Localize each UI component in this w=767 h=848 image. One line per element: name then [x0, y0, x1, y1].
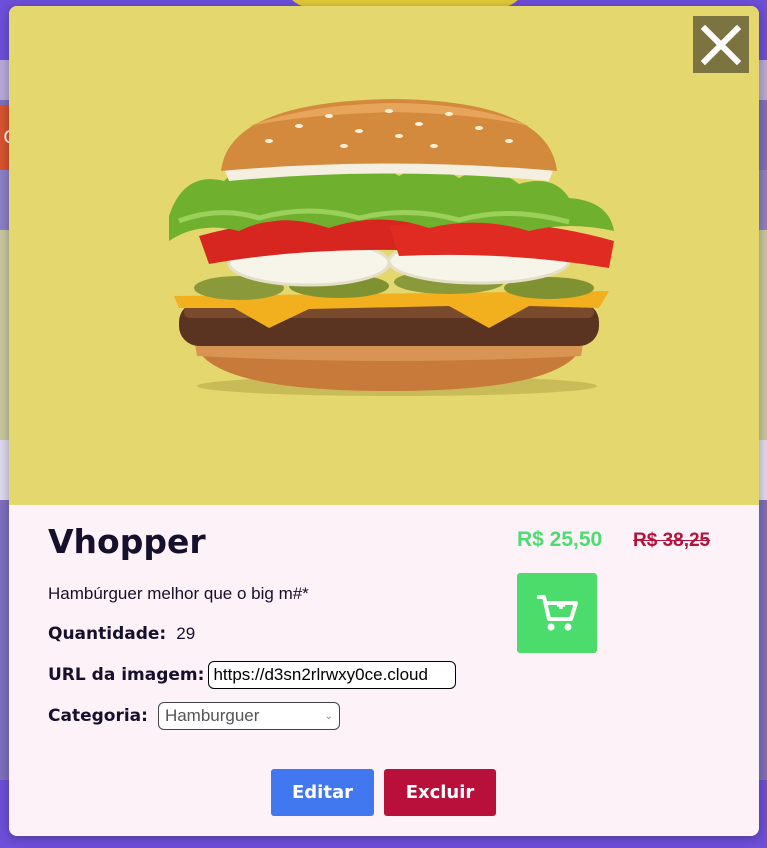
product-name: Vhopper — [48, 522, 206, 561]
chevron-down-icon: ⌄ — [324, 710, 333, 722]
quantity-value: 29 — [176, 624, 196, 643]
edit-button[interactable]: Editar — [271, 769, 374, 816]
cart-add-icon — [537, 595, 578, 631]
category-label: Categoria: — [48, 706, 148, 726]
product-image — [9, 6, 759, 505]
burger-image — [169, 99, 614, 396]
image-url-input[interactable] — [208, 661, 457, 689]
delete-button[interactable]: Excluir — [384, 769, 496, 816]
close-icon — [701, 24, 741, 65]
category-select[interactable]: Hamburguer ⌄ — [157, 702, 340, 730]
url-row: URL da imagem: — [48, 661, 457, 689]
product-old-price: R$ 38,25 — [633, 530, 711, 551]
product-description: Hambúrguer melhor que o big m#* — [48, 584, 309, 603]
add-to-cart-button[interactable] — [517, 573, 597, 653]
category-selected-value: Hamburguer — [164, 706, 260, 725]
product-modal: Vhopper R$ 25,50 R$ 38,25 Hambúrguer mel… — [9, 6, 759, 836]
close-button[interactable] — [693, 16, 749, 73]
product-price: R$ 25,50 — [517, 528, 603, 551]
quantity-row: Quantidade: 29 — [48, 624, 195, 644]
category-row: Categoria: Hamburguer ⌄ — [48, 702, 340, 730]
quantity-label: Quantidade: — [48, 624, 167, 644]
url-label: URL da imagem: — [48, 665, 205, 685]
